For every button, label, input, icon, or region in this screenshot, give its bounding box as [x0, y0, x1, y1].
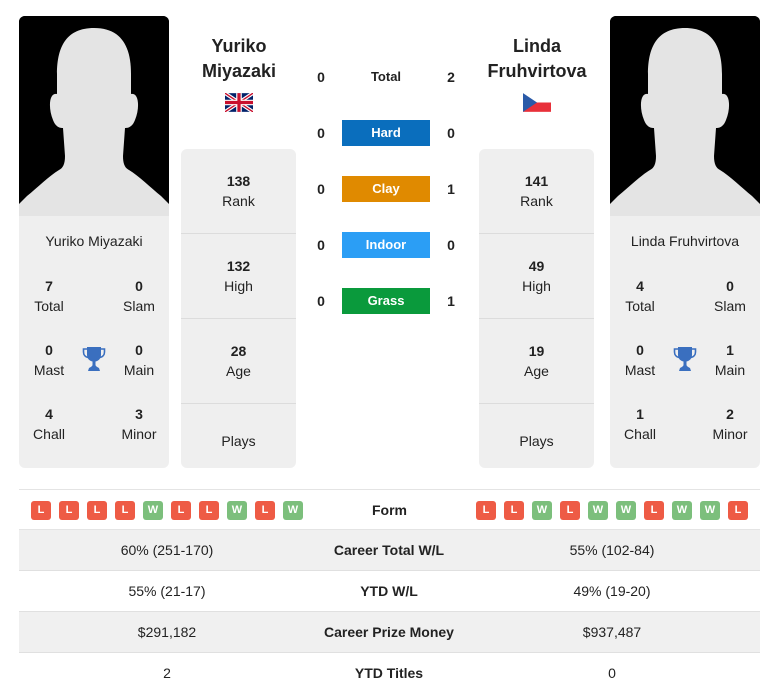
player2-photo [610, 16, 760, 216]
rank-cell: 138 Rank [181, 149, 296, 234]
form-badge-loss[interactable]: L [644, 501, 664, 520]
h2h-row-total: 0 Total 2 [300, 63, 470, 91]
form-badge-loss[interactable]: L [560, 501, 580, 520]
form-badge-loss[interactable]: L [728, 501, 748, 520]
cz-flag-icon [523, 93, 551, 112]
titles-minor: 2 Minor [712, 406, 748, 442]
form-badge-loss[interactable]: L [171, 501, 191, 520]
surface-grass-badge[interactable]: Grass [342, 288, 430, 314]
player2-card-name[interactable]: Linda Fruhvirtova [610, 233, 760, 249]
stat-row-prize-money: $291,182 Career Prize Money $937,487 [19, 612, 760, 653]
surface-clay-badge[interactable]: Clay [342, 176, 430, 202]
titles-slam: 0 Slam [123, 278, 155, 314]
form-badge-loss[interactable]: L [255, 501, 275, 520]
titles-main: 0 Main [123, 342, 155, 378]
form-label: Form [372, 502, 407, 518]
age-cell: 28 Age [181, 319, 296, 404]
form-badge-win[interactable]: W [616, 501, 636, 520]
form-badge-win[interactable]: W [283, 501, 303, 520]
form-badge-win[interactable]: W [700, 501, 720, 520]
surface-indoor-badge[interactable]: Indoor [342, 232, 430, 258]
form-badge-win[interactable]: W [532, 501, 552, 520]
h2h-row-hard: 0 Hard 0 [300, 119, 470, 147]
h2h-row-grass: 0 Grass 1 [300, 287, 470, 315]
player1-name[interactable]: Yuriko Miyazaki [174, 34, 304, 84]
form-badge-loss[interactable]: L [199, 501, 219, 520]
titles-mast: 0 Mast [624, 342, 656, 378]
titles-main: 1 Main [714, 342, 746, 378]
h2h-row-clay: 0 Clay 1 [300, 175, 470, 203]
form-badge-win[interactable]: W [672, 501, 692, 520]
titles-slam: 0 Slam [714, 278, 746, 314]
form-badge-win[interactable]: W [588, 501, 608, 520]
silhouette-icon [610, 16, 760, 216]
form-badge-loss[interactable]: L [115, 501, 135, 520]
high-cell: 132 High [181, 234, 296, 319]
rank-cell: 141 Rank [479, 149, 594, 234]
form-badge-loss[interactable]: L [476, 501, 496, 520]
trophy-icon [673, 347, 697, 371]
player2-name[interactable]: Linda Fruhvirtova [472, 34, 602, 84]
form-badge-loss[interactable]: L [31, 501, 51, 520]
player2-titles-card: Linda Fruhvirtova 4 Total 0 Slam 0 Mast 1 Ma… [610, 216, 760, 468]
gb-flag-icon [225, 93, 253, 112]
player1-photo [19, 16, 169, 216]
titles-mast: 0 Mast [33, 342, 65, 378]
player1-card-name[interactable]: Yuriko Miyazaki [19, 233, 169, 249]
plays-cell: Plays [221, 433, 256, 449]
form-badge-win[interactable]: W [227, 501, 247, 520]
titles-total: 7 Total [34, 278, 64, 314]
age-cell: 19 Age [479, 319, 594, 404]
player1-titles-card: Yuriko Miyazaki 7 Total 0 Slam 0 Mast 0 Main… [19, 216, 169, 468]
form-badge-loss[interactable]: L [504, 501, 524, 520]
plays-cell: Plays [519, 433, 554, 449]
surface-total-label: Total [370, 69, 402, 84]
player1-ranking-box: 138 Rank 132 High 28 Age Plays [181, 149, 296, 468]
titles-chall: 1 Chall [624, 406, 656, 442]
player2-form: LLWLWWLWWL [476, 501, 748, 520]
stat-row-ytd-titles: 2 YTD Titles 0 [163, 665, 616, 681]
trophy-icon [82, 347, 106, 371]
titles-total: 4 Total [625, 278, 655, 314]
high-cell: 49 High [479, 234, 594, 319]
form-badge-win[interactable]: W [143, 501, 163, 520]
titles-minor: 3 Minor [121, 406, 157, 442]
form-badge-loss[interactable]: L [87, 501, 107, 520]
form-badge-loss[interactable]: L [59, 501, 79, 520]
player1-form: LLLLWLLWLW [31, 501, 303, 520]
stat-row-career-wl: 60% (251-170) Career Total W/L 55% (102-… [19, 530, 760, 571]
silhouette-icon [19, 16, 169, 216]
titles-chall: 4 Chall [33, 406, 65, 442]
form-row: LLLLWLLWLW Form LLWLWWLWWL [19, 489, 760, 530]
h2h-row-indoor: 0 Indoor 0 [300, 231, 470, 259]
surface-hard-badge[interactable]: Hard [342, 120, 430, 146]
player2-ranking-box: 141 Rank 49 High 19 Age Plays [479, 149, 594, 468]
stat-row-ytd-wl: 55% (21-17) YTD W/L 49% (19-20) [19, 571, 760, 612]
